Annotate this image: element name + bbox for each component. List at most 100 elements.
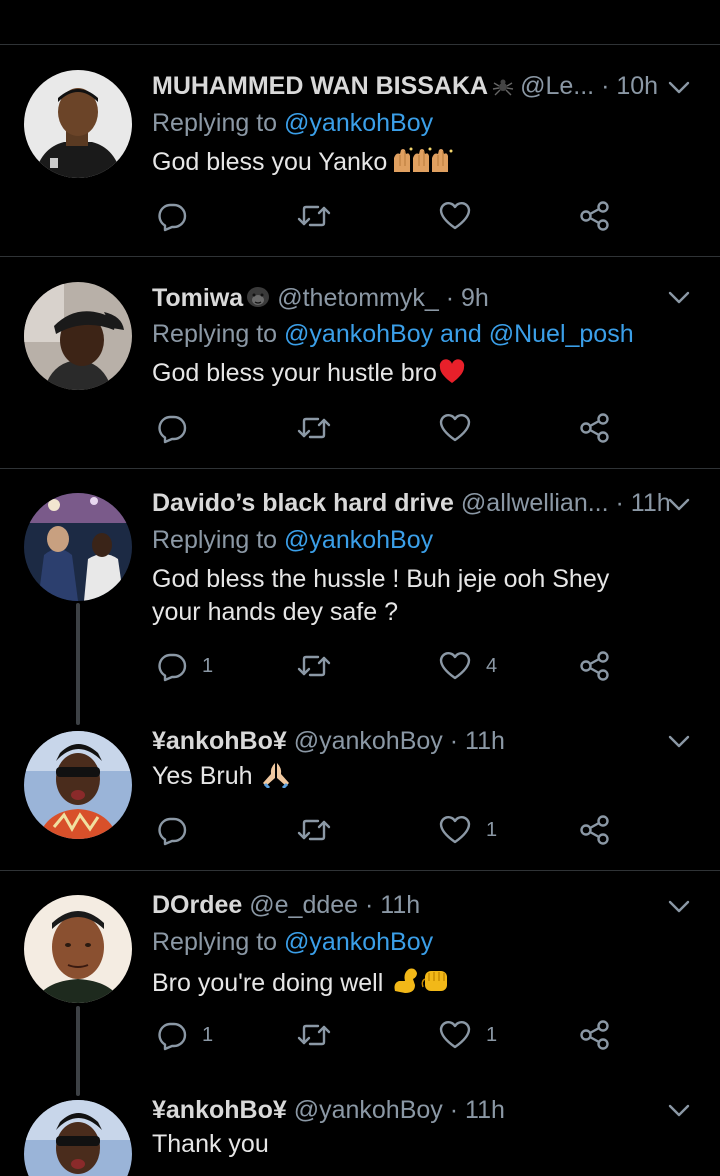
tweet-divider [0,468,720,469]
replying-to-label: Replying to [152,320,285,348]
retweet-button[interactable] [296,1015,332,1055]
display-name[interactable]: Davido’s black hard drive [152,489,454,517]
tweet-header: ¥ankohBo¥ @yankohBoy · 11h [152,1093,696,1127]
reply-button[interactable]: 1 [156,646,213,686]
like-button[interactable]: 1 [438,1015,497,1055]
reply-icon [158,1022,187,1051]
timestamp[interactable]: · 11h [450,727,505,755]
tweet-text: God bless you Yanko [152,146,672,183]
handle[interactable]: @allwellian... [461,489,609,517]
top-divider [0,44,720,45]
timestamp[interactable]: · 11h [450,1096,505,1124]
tweet-text-content: God bless your hustle bro [152,359,437,387]
heart-icon [439,652,471,680]
avatar[interactable] [24,731,132,839]
share-icon [580,413,609,443]
tweet-actions: 1 [152,810,632,850]
tweet-text: God bless the hussle ! Buh jeje ooh Shey… [152,563,662,629]
tweet-text-content: God bless you Yanko [152,148,388,176]
retweet-icon [297,205,331,227]
reply-button[interactable]: 1 [156,1015,213,1055]
reply-button[interactable] [156,196,202,236]
replying-to: Replying to @yankohBoy and @Nuel_posh [152,317,634,351]
handle[interactable]: @thetommyk_ [277,284,439,312]
mention-link[interactable]: @yankohBoy and @Nuel_posh [284,320,634,348]
mention-link[interactable]: @yankohBoy [284,109,433,137]
reply-button[interactable] [156,810,202,850]
raising-hands-emoji [391,146,457,183]
handle[interactable]: @yankohBoy [294,1096,443,1124]
retweet-icon [297,655,331,677]
replying-to-label: Replying to [152,109,285,137]
tweet-actions: 1 1 [152,1015,632,1055]
retweet-button[interactable] [296,196,332,236]
folded-hands-emoji [261,760,291,797]
like-button[interactable] [438,196,486,236]
replies-timeline: MUHAMMED WAN BISSAKA @Le... · 10h Replyin… [0,0,720,1176]
thread-connector [76,1006,80,1096]
display-name[interactable]: ¥ankohBo¥ [152,727,287,755]
timestamp[interactable]: · 10h [601,72,658,100]
avatar[interactable] [24,895,132,1003]
handle[interactable]: @e_ddee [249,891,358,919]
avatar[interactable] [24,70,132,178]
tweet-actions: 1 4 [152,646,632,686]
like-count: 1 [486,1023,498,1046]
share-button[interactable] [578,196,612,236]
share-icon [580,815,609,845]
chevron-down-icon[interactable] [666,1097,692,1123]
display-name[interactable]: Tomiwa [152,284,243,312]
display-name[interactable]: MUHAMMED WAN BISSAKA [152,72,488,100]
reply-button[interactable] [156,408,202,448]
chevron-down-icon[interactable] [666,491,692,517]
heart-icon [439,202,471,230]
like-button[interactable] [438,408,486,448]
mention-link[interactable]: @yankohBoy [284,526,433,554]
red-heart-emoji [438,359,466,394]
avatar[interactable] [24,282,132,390]
tweet-text-content: Thank you [152,1130,269,1158]
handle[interactable]: @Le... [520,72,594,100]
tweet-text: Bro you're doing well [152,965,672,1004]
retweet-icon [297,417,331,439]
timestamp[interactable]: · 11h [365,891,420,919]
like-button[interactable]: 4 [438,646,497,686]
reply-icon [158,817,187,846]
like-button[interactable]: 1 [438,810,497,850]
thread-connector [76,603,80,725]
share-button[interactable] [578,810,612,850]
tweet-header: Davido’s black hard drive @allwellian...… [152,486,696,520]
chevron-down-icon[interactable] [666,893,692,919]
display-name[interactable]: DOrdee [152,891,242,919]
avatar[interactable] [24,1100,132,1176]
share-button[interactable] [578,408,612,448]
replying-to: Replying to @yankohBoy [152,925,433,959]
tweet-text-content: Bro you're doing well [152,969,384,997]
timestamp[interactable]: · 11h [616,489,671,517]
heart-icon [439,816,471,844]
display-name[interactable]: ¥ankohBo¥ [152,1096,287,1124]
retweet-icon [297,1024,331,1046]
replying-to: Replying to @yankohBoy [152,106,433,140]
retweet-button[interactable] [296,408,332,448]
heart-icon [439,1021,471,1049]
share-button[interactable] [578,1015,612,1055]
chevron-down-icon[interactable] [666,728,692,754]
tweet-header: Tomiwa @thetommyk_ · 9h [152,281,696,315]
timestamp[interactable]: · 9h [446,284,489,312]
tweet-actions [152,408,632,448]
like-count: 1 [486,818,498,841]
reply-icon [158,415,187,444]
avatar[interactable] [24,493,132,601]
chevron-down-icon[interactable] [666,284,692,310]
share-icon [580,201,609,231]
share-button[interactable] [578,646,612,686]
retweet-button[interactable] [296,646,332,686]
mention-link[interactable]: @yankohBoy [284,928,433,956]
tweet-actions [152,196,632,236]
retweet-button[interactable] [296,810,332,850]
chevron-down-icon[interactable] [666,74,692,100]
tweet-divider [0,870,720,871]
handle[interactable]: @yankohBoy [294,727,443,755]
reply-icon [158,203,187,232]
